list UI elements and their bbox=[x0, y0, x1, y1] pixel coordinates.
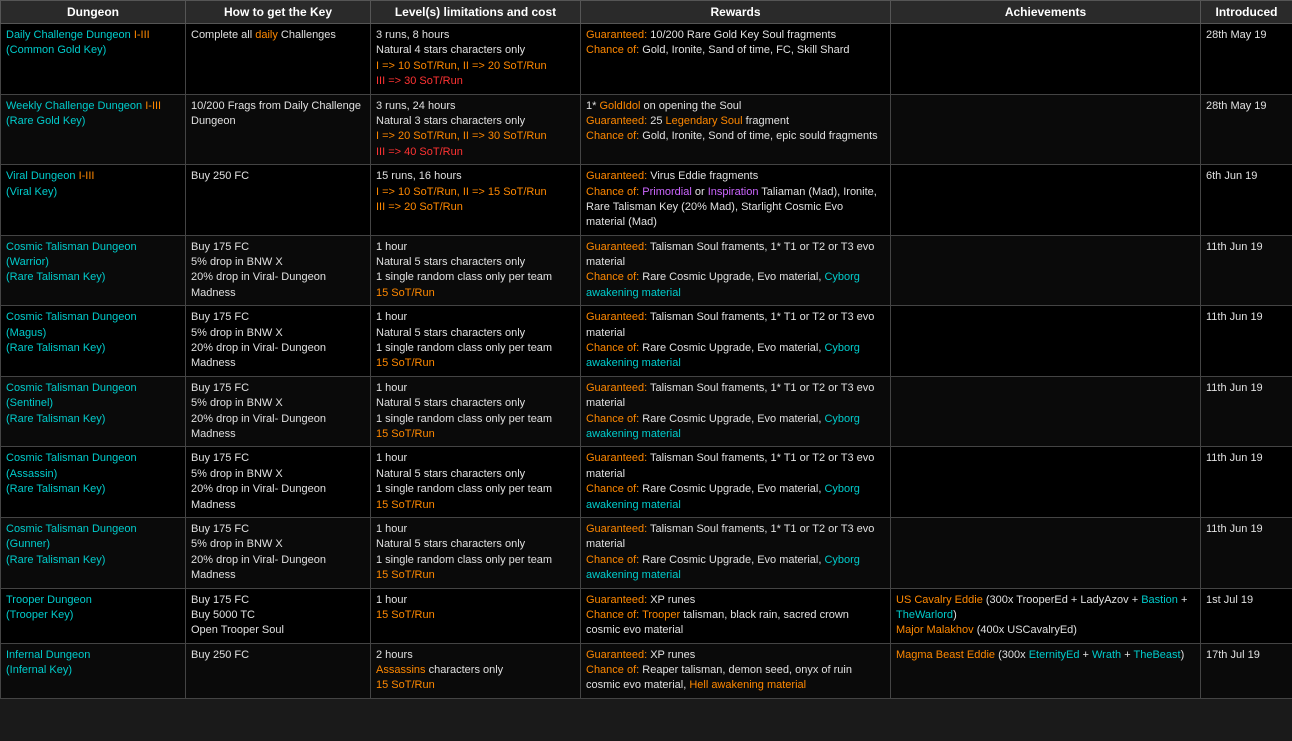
dungeon-key: (Rare Talisman Key) bbox=[6, 483, 105, 495]
dungeon-name: Cosmic Talisman Dungeon (Magus) bbox=[6, 311, 137, 338]
dungeon-key: (Rare Talisman Key) bbox=[6, 554, 105, 566]
rewards-info: Guaranteed: 10/200 Rare Gold Key Soul fr… bbox=[581, 24, 891, 95]
header-level: Level(s) limitations and cost bbox=[371, 1, 581, 24]
achievements-info bbox=[891, 94, 1201, 165]
introduced-date: 28th May 19 bbox=[1201, 94, 1292, 165]
table-row: Infernal Dungeon (Infernal Key) Buy 250 … bbox=[1, 643, 1292, 698]
rewards-info: Guaranteed: XP runes Chance of: Trooper … bbox=[581, 588, 891, 643]
key-method: Buy 175 FCBuy 5000 TCOpen Trooper Soul bbox=[186, 588, 371, 643]
level-info: 1 hour Natural 5 stars characters only 1… bbox=[371, 306, 581, 377]
introduced-date: 11th Jun 19 bbox=[1201, 376, 1292, 447]
dungeon-key: (Rare Talisman Key) bbox=[6, 413, 105, 425]
header-rewards: Rewards bbox=[581, 1, 891, 24]
achievements-info bbox=[891, 306, 1201, 377]
dungeon-key: (Infernal Key) bbox=[6, 664, 72, 676]
level-info: 3 runs, 8 hours Natural 4 stars characte… bbox=[371, 24, 581, 95]
dungeon-name: Cosmic Talisman Dungeon (Sentinel) bbox=[6, 382, 137, 409]
rewards-info: 1* GoldIdol on opening the Soul Guarante… bbox=[581, 94, 891, 165]
key-method: Buy 250 FC bbox=[186, 165, 371, 236]
introduced-date: 17th Jul 19 bbox=[1201, 643, 1292, 698]
rewards-info: Guaranteed: XP runes Chance of: Reaper t… bbox=[581, 643, 891, 698]
achievements-info bbox=[891, 24, 1201, 95]
introduced-date: 11th Jun 19 bbox=[1201, 235, 1292, 306]
dungeon-name: Cosmic Talisman Dungeon (Assassin) bbox=[6, 452, 137, 479]
key-method: Buy 175 FC5% drop in BNW X20% drop in Vi… bbox=[186, 376, 371, 447]
rewards-info: Guaranteed: Talisman Soul framents, 1* T… bbox=[581, 447, 891, 518]
dungeon-name: Trooper Dungeon bbox=[6, 594, 92, 606]
level-info: 15 runs, 16 hours I => 10 SoT/Run, II =>… bbox=[371, 165, 581, 236]
table-row: Daily Challenge Dungeon I-III (Common Go… bbox=[1, 24, 1292, 95]
achievements-info bbox=[891, 447, 1201, 518]
key-method: Buy 175 FC5% drop in BNW X20% drop in Vi… bbox=[186, 447, 371, 518]
level-info: 1 hour Natural 5 stars characters only 1… bbox=[371, 447, 581, 518]
key-method: 10/200 Frags from Daily Challenge Dungeo… bbox=[186, 94, 371, 165]
header-introduced: Introduced bbox=[1201, 1, 1292, 24]
key-method: Buy 175 FC5% drop in BNW X20% drop in Vi… bbox=[186, 306, 371, 377]
introduced-date: 28th May 19 bbox=[1201, 24, 1292, 95]
introduced-date: 11th Jun 19 bbox=[1201, 306, 1292, 377]
table-row: Cosmic Talisman Dungeon (Assassin) (Rare… bbox=[1, 447, 1292, 518]
level-info: 1 hour Natural 5 stars characters only 1… bbox=[371, 235, 581, 306]
rewards-info: Guaranteed: Talisman Soul framents, 1* T… bbox=[581, 306, 891, 377]
dungeon-name: Viral Dungeon bbox=[6, 170, 79, 182]
table-row: Cosmic Talisman Dungeon (Gunner) (Rare T… bbox=[1, 517, 1292, 588]
table-row: Viral Dungeon I-III (Viral Key) Buy 250 … bbox=[1, 165, 1292, 236]
table-row: Cosmic Talisman Dungeon (Magus) (Rare Ta… bbox=[1, 306, 1292, 377]
rewards-info: Guaranteed: Talisman Soul framents, 1* T… bbox=[581, 235, 891, 306]
level-info: 1 hour Natural 5 stars characters only 1… bbox=[371, 517, 581, 588]
table-row: Cosmic Talisman Dungeon (Warrior) (Rare … bbox=[1, 235, 1292, 306]
table-row: Trooper Dungeon (Trooper Key) Buy 175 FC… bbox=[1, 588, 1292, 643]
rewards-info: Guaranteed: Talisman Soul framents, 1* T… bbox=[581, 517, 891, 588]
dungeon-key: (Rare Gold Key) bbox=[6, 115, 85, 127]
rewards-info: Guaranteed: Talisman Soul framents, 1* T… bbox=[581, 376, 891, 447]
dungeon-name: Infernal Dungeon bbox=[6, 649, 90, 661]
key-method: Buy 175 FC5% drop in BNW X20% drop in Vi… bbox=[186, 235, 371, 306]
level-info: 2 hours Assassins characters only 15 SoT… bbox=[371, 643, 581, 698]
level-info: 1 hour Natural 5 stars characters only 1… bbox=[371, 376, 581, 447]
key-method: Buy 250 FC bbox=[186, 643, 371, 698]
level-info: 3 runs, 24 hours Natural 3 stars charact… bbox=[371, 94, 581, 165]
table-row: Cosmic Talisman Dungeon (Sentinel) (Rare… bbox=[1, 376, 1292, 447]
table-row: Weekly Challenge Dungeon I-III (Rare Gol… bbox=[1, 94, 1292, 165]
introduced-date: 1st Jul 19 bbox=[1201, 588, 1292, 643]
achievements-info bbox=[891, 165, 1201, 236]
dungeon-name: Cosmic Talisman Dungeon (Warrior) bbox=[6, 241, 137, 268]
dungeon-key: (Viral Key) bbox=[6, 186, 57, 198]
key-method: Complete all daily Challenges bbox=[186, 24, 371, 95]
achievements-info: Magma Beast Eddie (300x EternityEd + Wra… bbox=[891, 643, 1201, 698]
introduced-date: 6th Jun 19 bbox=[1201, 165, 1292, 236]
dungeon-key: (Rare Talisman Key) bbox=[6, 271, 105, 283]
dungeon-name: Cosmic Talisman Dungeon (Gunner) bbox=[6, 523, 137, 550]
dungeon-key: (Common Gold Key) bbox=[6, 44, 106, 56]
rewards-info: Guaranteed: Virus Eddie fragments Chance… bbox=[581, 165, 891, 236]
header-dungeon: Dungeon bbox=[1, 1, 186, 24]
level-info: 1 hour 15 SoT/Run bbox=[371, 588, 581, 643]
achievements-info bbox=[891, 376, 1201, 447]
achievements-info bbox=[891, 517, 1201, 588]
introduced-date: 11th Jun 19 bbox=[1201, 517, 1292, 588]
dungeon-key: (Trooper Key) bbox=[6, 609, 73, 621]
achievements-info bbox=[891, 235, 1201, 306]
dungeon-name: Weekly Challenge Dungeon bbox=[6, 100, 145, 112]
dungeon-key: (Rare Talisman Key) bbox=[6, 342, 105, 354]
dungeon-name: Daily Challenge Dungeon bbox=[6, 29, 134, 41]
header-key: How to get the Key bbox=[186, 1, 371, 24]
header-achievements: Achievements bbox=[891, 1, 1201, 24]
introduced-date: 11th Jun 19 bbox=[1201, 447, 1292, 518]
key-method: Buy 175 FC5% drop in BNW X20% drop in Vi… bbox=[186, 517, 371, 588]
achievements-info: US Cavalry Eddie (300x TrooperEd + LadyA… bbox=[891, 588, 1201, 643]
